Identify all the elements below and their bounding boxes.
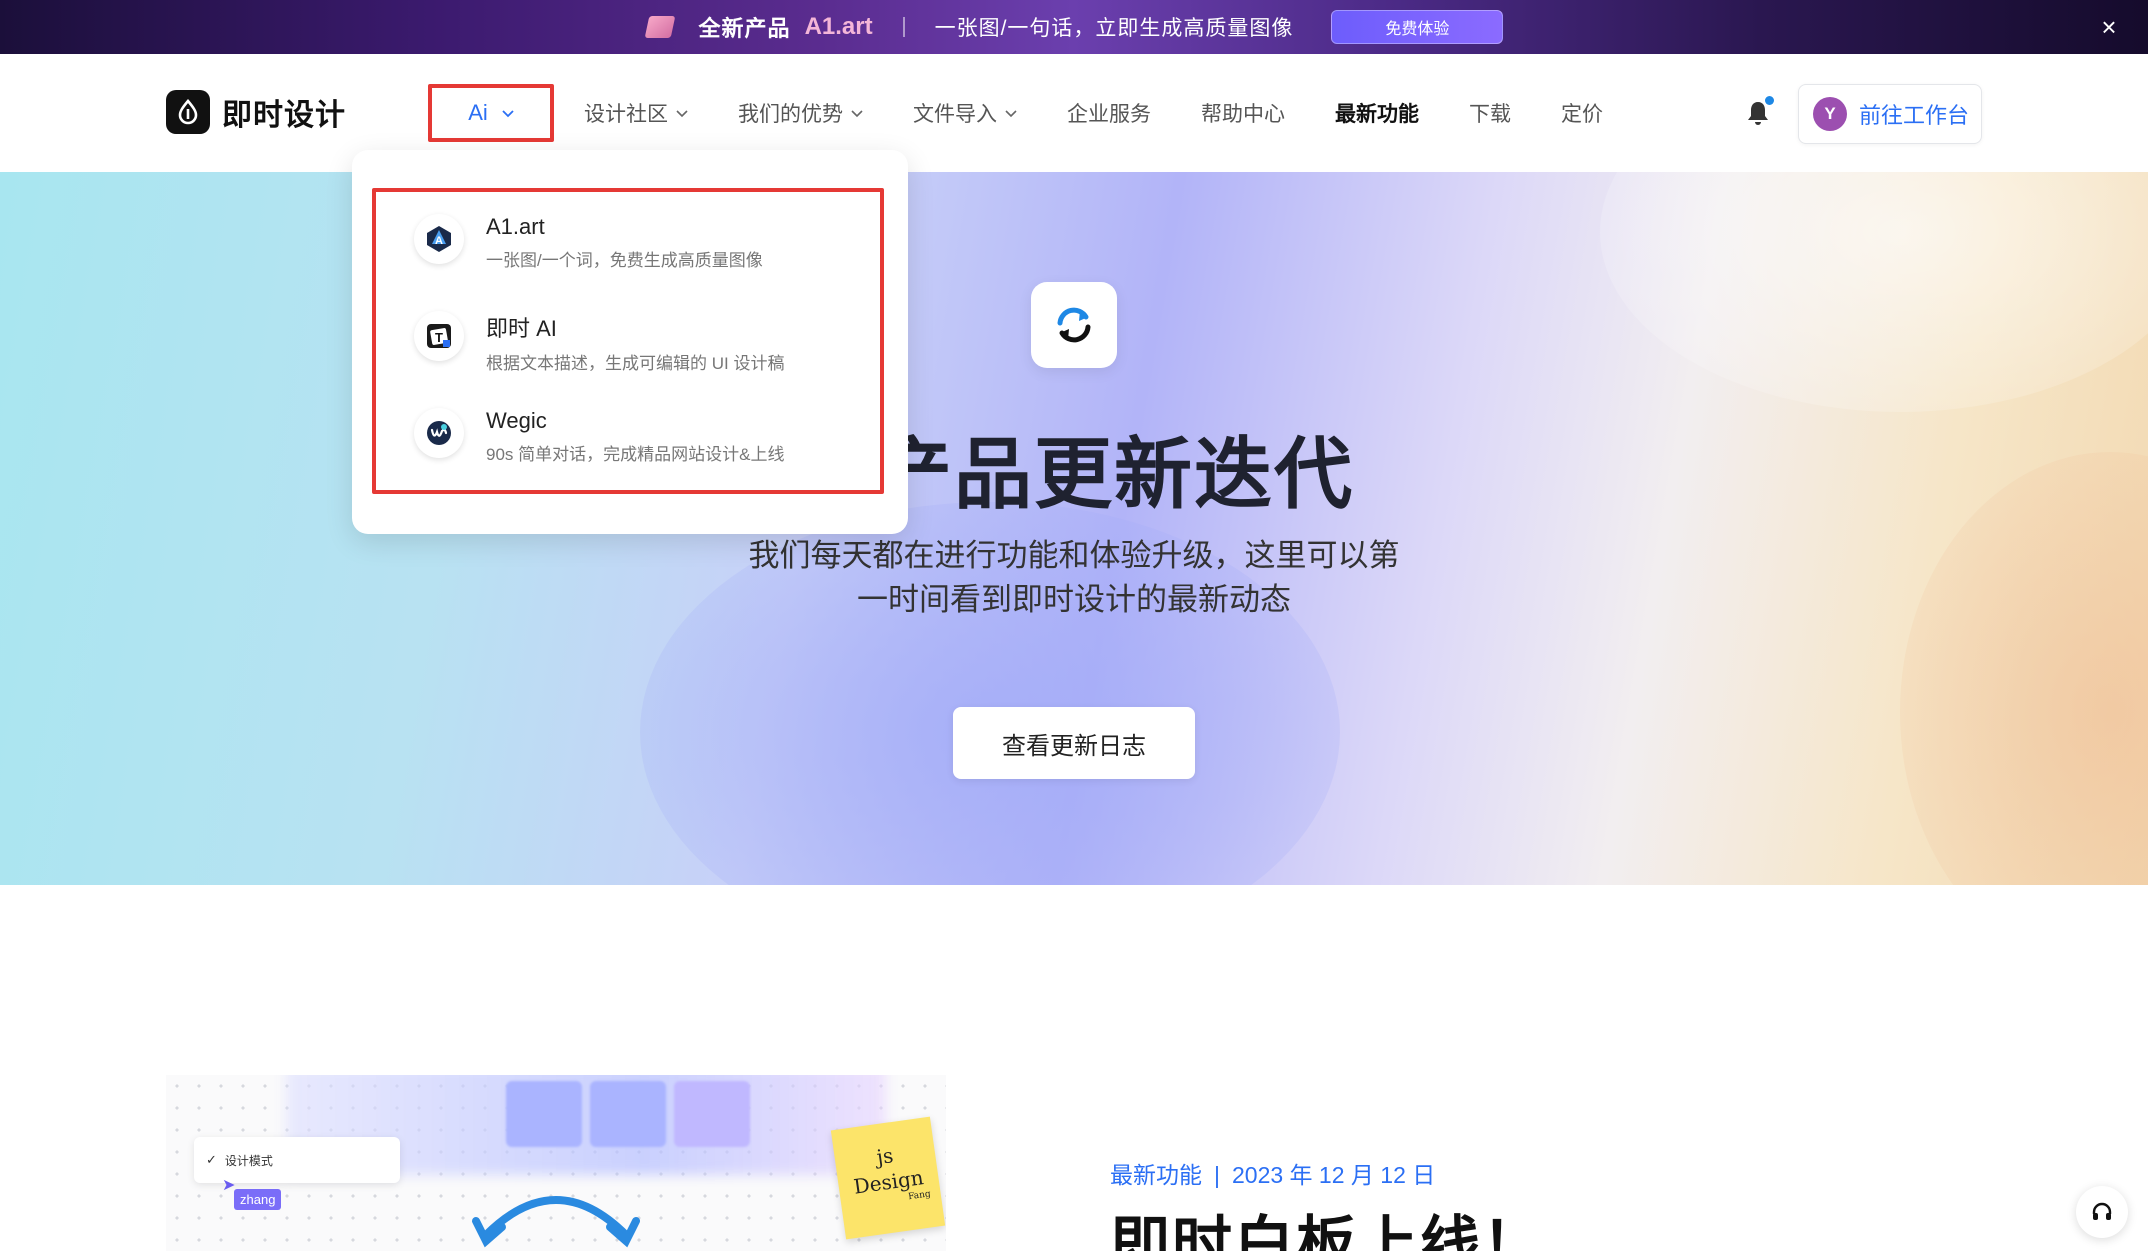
hero-subtitle: 我们每天都在进行功能和体验升级，这里可以第 一时间看到即时设计的最新动态 (724, 534, 1424, 622)
nav-advantages[interactable]: 我们的优势 (738, 84, 863, 142)
menu-item-name: A1.art (486, 214, 545, 239)
chevron-down-icon (851, 110, 863, 118)
feature-date: 2023 年 12 月 12 日 (1231, 1162, 1436, 1188)
nav-pricing[interactable]: 定价 (1561, 84, 1603, 142)
svg-text:T: T (435, 330, 443, 345)
menu-item-name: Wegic (486, 408, 547, 433)
hero-subtitle-line2: 一时间看到即时设计的最新动态 (857, 582, 1291, 617)
wegic-icon (414, 408, 464, 458)
nav-latest-features[interactable]: 最新功能 (1335, 84, 1419, 142)
promo-divider (902, 17, 905, 37)
hero-subtitle-line1: 我们每天都在进行功能和体验升级，这里可以第 (748, 538, 1400, 573)
feature-title[interactable]: 即时白板上线！ (1110, 1196, 1544, 1251)
nav-file-import[interactable]: 文件导入 (913, 84, 1017, 142)
workbench-button[interactable]: Y 前往工作台 (1798, 84, 1982, 144)
blurred-tile (590, 1081, 666, 1147)
hero-glow-top (1600, 172, 2148, 412)
feature-preview-image[interactable]: ✓ 设计模式 ➤ zhang js Design Fang (166, 1075, 946, 1251)
nav-enterprise[interactable]: 企业服务 (1067, 84, 1151, 142)
avatar: Y (1813, 97, 1847, 131)
a1art-icon: A (414, 214, 464, 264)
main-nav: Ai 设计社区 我们的优势 文件导入 企业服务 帮助中心 最新功能 下载 定价 (428, 84, 1653, 142)
close-icon[interactable]: × (2096, 14, 2122, 40)
notification-bell-icon[interactable] (1744, 96, 1774, 128)
notification-dot (1765, 96, 1774, 105)
menu-item-desc: 根据文本描述，生成可编辑的 UI 设计稿 (486, 354, 785, 373)
blurred-tile (506, 1081, 582, 1147)
nav-community[interactable]: 设计社区 (584, 84, 688, 142)
sync-icon (1031, 282, 1117, 368)
menu-item-jishi-ai[interactable]: T 即时 AI 根据文本描述，生成可编辑的 UI 设计稿 (414, 311, 784, 374)
logo-mark-icon (166, 90, 210, 134)
meta-divider: | (1214, 1162, 1220, 1188)
promo-slogan: 一张图/一句话，立即生成高质量图像 (934, 17, 1294, 40)
check-icon: ✓ (206, 1152, 217, 1167)
nav-file-import-label: 文件导入 (913, 103, 997, 126)
feature-category[interactable]: 最新功能 (1110, 1162, 1202, 1188)
nav-ai[interactable]: Ai (428, 84, 554, 142)
mode-label: 设计模式 (224, 1153, 273, 1168)
sync-arrows-icon (472, 1196, 640, 1248)
promo-brand: A1.art (804, 13, 873, 40)
promo-title: 全新产品 (698, 16, 791, 41)
view-changelog-button[interactable]: 查看更新日志 (953, 707, 1195, 779)
nav-ai-label: Ai (468, 100, 488, 125)
svg-text:A: A (435, 235, 443, 247)
menu-item-name: 即时 AI (486, 316, 557, 341)
nav-help[interactable]: 帮助中心 (1201, 84, 1285, 142)
nav-community-label: 设计社区 (584, 103, 668, 126)
feature-meta: 最新功能 | 2023 年 12 月 12 日 (1110, 1156, 1435, 1190)
sticky-note: js Design Fang (830, 1116, 946, 1240)
menu-item-desc: 一张图/一个词，免费生成高质量图像 (486, 251, 763, 270)
ai-dropdown-menu: A A1.art 一张图/一个词，免费生成高质量图像 T 即时 AI 根据文本描… (352, 150, 908, 534)
headset-icon[interactable] (2076, 1186, 2128, 1238)
hero-section: 的产品更新迭代 我们每天都在进行功能和体验升级，这里可以第 一时间看到即时设计的… (0, 172, 2148, 885)
chevron-down-icon (502, 110, 514, 118)
nav-download[interactable]: 下载 (1469, 84, 1511, 142)
workbench-label: 前往工作台 (1859, 103, 1970, 128)
logo-text: 即时设计 (222, 99, 346, 132)
blurred-tile (674, 1081, 750, 1147)
free-trial-button[interactable]: 免费体验 (1331, 10, 1504, 44)
logo[interactable]: 即时设计 (166, 90, 346, 134)
user-tag: zhang (234, 1189, 282, 1210)
menu-item-wegic[interactable]: Wegic 90s 简单对话，完成精品网站设计&上线 (414, 408, 784, 465)
nav-advantages-label: 我们的优势 (738, 103, 843, 126)
menu-item-desc: 90s 简单对话，完成精品网站设计&上线 (486, 445, 785, 464)
jishi-ai-icon: T (414, 311, 464, 361)
hero-headline: 的产品更新迭代 (793, 430, 1354, 518)
menu-item-a1art[interactable]: A A1.art 一张图/一个词，免费生成高质量图像 (414, 214, 763, 271)
chevron-down-icon (676, 110, 688, 118)
chevron-down-icon (1005, 110, 1017, 118)
promo-banner[interactable]: 全新产品 A1.art 一张图/一句话，立即生成高质量图像 免费体验 × (0, 0, 2148, 54)
site-header: 即时设计 Ai 设计社区 我们的优势 文件导入 企业服务 帮助中心 最新功能 下… (0, 54, 2148, 172)
gem-icon (645, 14, 675, 40)
